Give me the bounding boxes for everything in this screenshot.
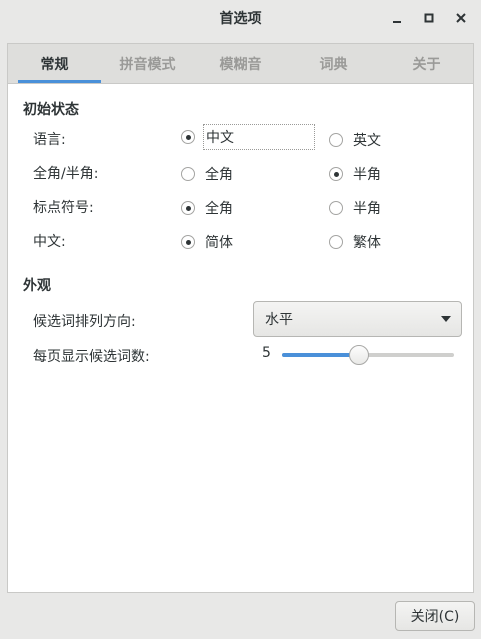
page-size-label: 每页显示候选词数: [33,349,150,365]
radio-indicator [181,167,195,181]
radio-label: 简体 [205,235,233,251]
radio-label: 英文 [353,133,381,149]
tab-bar: 常规 拼音模式 模糊音 词典 关于 [8,44,473,84]
script-traditional-radio[interactable]: 繁体 [329,230,383,254]
width-half-radio[interactable]: 半角 [329,162,383,186]
minimize-button[interactable] [387,8,407,28]
punctuation-label: 标点符号: [33,200,94,216]
script-simplified-radio[interactable]: 简体 [181,230,235,254]
maximize-icon [424,13,434,23]
orientation-combo[interactable]: 水平 [253,301,462,337]
width-full-radio[interactable]: 全角 [181,162,235,186]
tab-label: 常规 [40,56,69,73]
minimize-icon [393,21,401,23]
language-chinese-radio[interactable]: 中文 [181,124,315,150]
radio-label: 半角 [353,201,381,217]
appearance-heading: 外观 [23,278,51,294]
slider-fill [282,353,359,357]
tab-dictionary[interactable]: 词典 [287,44,380,83]
tab-pinyin-mode[interactable]: 拼音模式 [101,44,194,83]
orientation-label: 候选词排列方向: [33,314,136,330]
radio-indicator [329,167,343,181]
language-label: 语言: [33,132,66,148]
radio-label: 繁体 [353,235,381,251]
tab-general[interactable]: 常规 [8,44,101,83]
tab-label: 拼音模式 [119,56,176,73]
title-bar: 首选项 [0,0,481,36]
radio-indicator [181,201,195,215]
close-button-label: 关闭(C) [410,609,460,625]
language-english-radio[interactable]: 英文 [329,128,383,152]
maximize-button[interactable] [419,8,439,28]
slider-knob[interactable] [349,345,369,365]
tab-fuzzy-sound[interactable]: 模糊音 [194,44,287,83]
preferences-notebook: 常规 拼音模式 模糊音 词典 关于 初始状态 语言: 中文 英文 全角/半角: … [7,43,474,593]
radio-label: 全角 [205,167,233,183]
page-size-value: 5 [262,345,271,361]
radio-indicator [181,235,195,249]
radio-label: 全角 [205,201,233,217]
radio-indicator [329,201,343,215]
radio-indicator [329,235,343,249]
radio-indicator [329,133,343,147]
tab-label: 模糊音 [219,56,262,73]
tab-about[interactable]: 关于 [380,44,473,83]
punctuation-full-radio[interactable]: 全角 [181,196,235,220]
close-window-button[interactable] [451,8,471,28]
tab-label: 词典 [319,56,348,73]
dropdown-arrow-icon [431,315,461,323]
punctuation-half-radio[interactable]: 半角 [329,196,383,220]
width-label: 全角/半角: [33,166,99,182]
radio-label: 中文 [203,124,315,150]
page-size-slider[interactable] [282,344,454,365]
orientation-value: 水平 [265,312,293,328]
radio-label: 半角 [353,167,381,183]
window-title: 首选项 [219,11,262,27]
script-label: 中文: [33,234,66,250]
initial-state-heading: 初始状态 [23,102,79,118]
close-button[interactable]: 关闭(C) [395,601,475,631]
close-icon [456,13,466,23]
tab-label: 关于 [412,56,441,73]
radio-indicator [181,130,195,144]
